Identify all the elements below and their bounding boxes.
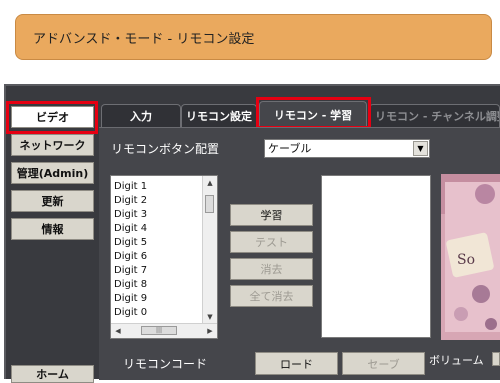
scroll-right-icon[interactable]: ▶ xyxy=(203,324,217,338)
sidebar-item-label: 情報 xyxy=(41,223,64,236)
load-button[interactable]: ロード xyxy=(255,352,338,375)
list-item[interactable]: Digit 0 xyxy=(114,306,147,320)
tab-label: 入力 xyxy=(130,110,152,123)
layout-label: リモコンボタン配置 xyxy=(111,142,220,156)
remote-code-box[interactable] xyxy=(321,175,431,338)
tab-remote-channel[interactable]: リモコン - チャンネル調整 xyxy=(369,104,500,127)
scroll-down-icon[interactable]: ▼ xyxy=(203,310,217,324)
test-button[interactable]: テスト xyxy=(230,231,313,253)
sidebar-item-update[interactable]: 更新 xyxy=(11,190,94,212)
sidebar-item-label: ネットワーク xyxy=(19,139,86,152)
sidebar-highlight-frame xyxy=(6,101,98,134)
list-vertical-scrollbar[interactable]: ▲ ▼ xyxy=(202,176,217,324)
list-item[interactable]: Digit 9 xyxy=(114,292,147,306)
scroll-thumb[interactable] xyxy=(205,195,214,213)
tab-input[interactable]: 入力 xyxy=(101,104,181,127)
load-label: ロード xyxy=(280,357,313,371)
test-label: テスト xyxy=(255,236,288,249)
scroll-left-icon[interactable]: ◀ xyxy=(111,324,125,338)
clear-all-label: 全て消去 xyxy=(249,290,294,303)
volume-label: ボリューム xyxy=(429,354,484,367)
list-horizontal-scrollbar[interactable]: ◀ ||| ▶ xyxy=(111,323,217,338)
sidebar-item-admin[interactable]: 管理(Admin) xyxy=(11,162,94,184)
learn-label: 学習 xyxy=(260,209,283,222)
list-item[interactable]: Digit 3 xyxy=(114,208,147,222)
remote-code-label: リモコンコード xyxy=(123,357,208,371)
preview-image: So xyxy=(441,174,500,340)
list-item[interactable]: Digit 4 xyxy=(114,222,147,236)
list-item[interactable]: Digit 8 xyxy=(114,278,147,292)
chevron-down-icon[interactable]: ▼ xyxy=(413,141,428,156)
save-label: セーブ xyxy=(367,357,400,371)
volume-slider-handle[interactable] xyxy=(492,352,500,366)
scroll-thumb[interactable]: ||| xyxy=(141,326,177,335)
save-button[interactable]: セーブ xyxy=(342,352,425,375)
tab-label: リモコン - チャンネル調整 xyxy=(375,110,500,123)
home-label: ホーム xyxy=(36,368,69,381)
sidebar-item-network[interactable]: ネットワーク xyxy=(11,134,94,156)
home-button[interactable]: ホーム xyxy=(11,365,94,383)
scroll-up-icon[interactable]: ▲ xyxy=(203,176,217,190)
sidebar-item-info[interactable]: 情報 xyxy=(11,218,94,240)
layout-select-value: ケーブル xyxy=(268,142,312,155)
sidebar-item-label: 更新 xyxy=(41,195,64,208)
clear-all-button[interactable]: 全て消去 xyxy=(230,285,313,307)
window-title: アドバンスド・モード - リモコン設定 xyxy=(33,31,255,47)
list-item[interactable]: Digit 5 xyxy=(114,236,147,250)
list-item[interactable]: Digit 1 xyxy=(114,180,147,194)
learn-button[interactable]: 学習 xyxy=(230,204,313,226)
layout-select[interactable]: ケーブル ▼ xyxy=(264,139,430,158)
list-item[interactable]: Digit 2 xyxy=(114,194,147,208)
list-item[interactable]: Digit 6 xyxy=(114,250,147,264)
clear-label: 消去 xyxy=(260,263,283,276)
list-item[interactable]: Digit 7 xyxy=(114,264,147,278)
button-list[interactable]: Digit 1 Digit 2 Digit 3 Digit 4 Digit 5 … xyxy=(110,175,218,339)
tab-highlight-frame xyxy=(256,97,371,129)
title-bar: アドバンスド・モード - リモコン設定 xyxy=(15,14,492,60)
clear-button[interactable]: 消去 xyxy=(230,258,313,280)
sidebar-item-label: 管理(Admin) xyxy=(16,167,89,180)
tab-label: リモコン設定 xyxy=(186,110,252,123)
svg-text:So: So xyxy=(457,252,475,268)
tab-remote-settings[interactable]: リモコン設定 xyxy=(181,104,257,127)
